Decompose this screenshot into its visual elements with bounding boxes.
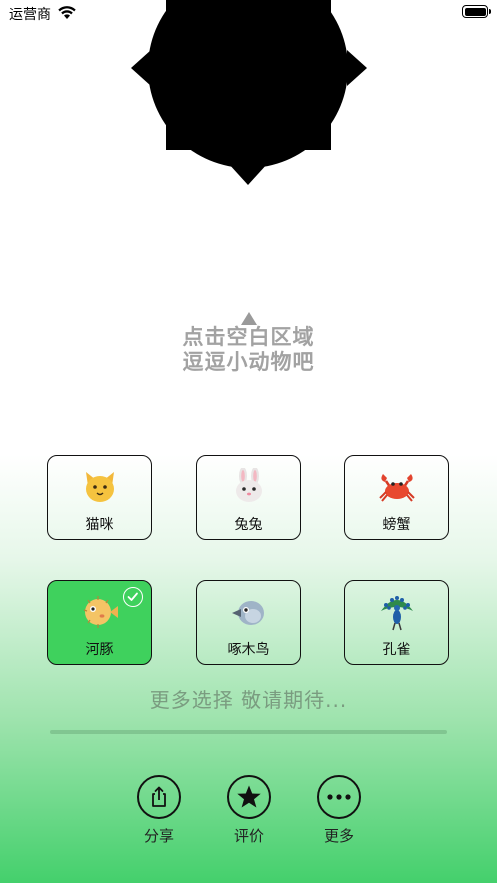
cat-face-icon [48,468,151,506]
sun-creature-icon[interactable] [131,0,367,190]
animal-card-cat[interactable]: 猫咪 [47,455,152,540]
animal-card-woodpecker[interactable]: 啄木鸟 [196,580,301,665]
animal-label: 猫咪 [85,517,114,533]
peacock-icon [345,593,448,631]
share-icon [137,775,181,819]
animal-label: 孔雀 [382,642,411,658]
scroll-indicator [50,730,447,734]
animal-label: 啄木鸟 [227,642,270,658]
battery-icon [462,5,491,18]
animal-label: 兔兔 [234,517,263,533]
animal-card-peacock[interactable]: 孔雀 [344,580,449,665]
wifi-icon [58,6,76,19]
selected-check-icon [123,587,143,607]
animal-label: 螃蟹 [382,517,411,533]
hint-line-1: 点击空白区域 [182,325,315,349]
hint-line-2: 逗逗小动物吧 [182,350,315,374]
carrier-label: 运营商 [9,7,51,23]
animal-card-blowfish[interactable]: 河豚 [47,580,152,665]
more-label: 更多 [323,827,354,845]
more-button[interactable]: 更多 [315,775,363,846]
animal-card-crab[interactable]: 螃蟹 [344,455,449,540]
rabbit-face-icon [197,468,300,506]
share-label: 分享 [143,827,174,845]
up-arrow-icon [240,312,257,325]
tap-hint: 点击空白区域 逗逗小动物吧 [0,312,497,375]
ellipsis-icon [317,775,361,819]
rate-label: 评价 [233,827,264,845]
animal-card-rabbit[interactable]: 兔兔 [196,455,301,540]
crab-icon [345,468,448,506]
animal-label: 河豚 [85,642,114,658]
share-button[interactable]: 分享 [135,775,183,846]
bird-icon [197,593,300,631]
rate-button[interactable]: 评价 [225,775,273,846]
star-icon [227,775,271,819]
more-coming-text: 更多选择 敬请期待... [149,688,348,712]
